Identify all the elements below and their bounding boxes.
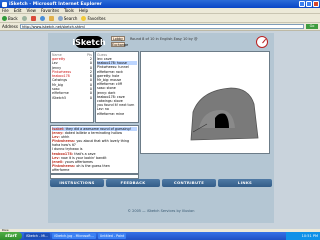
refresh-button[interactable]: [39, 15, 45, 21]
system-tray: 10:51 PM: [286, 232, 320, 240]
menu-help[interactable]: Help: [79, 8, 88, 13]
cave-sketch: [190, 87, 259, 141]
menu-favorites[interactable]: Favorites: [41, 8, 59, 13]
forward-button[interactable]: [21, 15, 27, 21]
search-button[interactable]: Search: [57, 15, 78, 21]
isketch-stage: iSketch Lobby Exchange Round 8 of 10 in …: [48, 33, 274, 223]
page-content: iSketch Lobby Exchange Round 8 of 10 in …: [0, 31, 320, 229]
chat-text: doked laillebr a terminating hollow: [64, 131, 123, 136]
home-button[interactable]: [48, 15, 54, 21]
players-panel: Name Pts garretty 2 Lev 0 Jenny 0 Pinkwheess 2 t…: [50, 51, 94, 123]
task-paint[interactable]: Untitled - Paint: [97, 233, 127, 239]
lobby-button[interactable]: Lobby: [111, 36, 125, 41]
guess-row: elfieforme: mine: [97, 111, 125, 116]
address-label: Address: [2, 24, 18, 29]
menu-tools[interactable]: Tools: [64, 8, 74, 13]
go-button[interactable]: Go: [306, 24, 318, 29]
favorites-button[interactable]: Favorites: [81, 15, 106, 21]
window-title: iSketch - Microsoft Internet Explorer: [9, 1, 102, 7]
window-controls: [299, 1, 319, 7]
task-image[interactable]: iSketch.jpg - Microsoft...: [52, 233, 96, 239]
player-score: 0: [89, 95, 92, 100]
task-isketch[interactable]: iSketch - Mi...: [24, 233, 51, 239]
exchange-button[interactable]: Exchange: [111, 42, 128, 47]
refresh-icon: [39, 15, 45, 21]
timer-clock-icon: [256, 36, 268, 48]
favorites-label: Favorites: [87, 15, 106, 21]
back-label: Back: [8, 15, 18, 21]
maximize-button[interactable]: [306, 1, 312, 7]
back-button[interactable]: Back: [2, 15, 18, 21]
isketch-logo: iSketch: [72, 36, 106, 48]
menu-file[interactable]: File: [2, 8, 9, 13]
instructions-button[interactable]: INSTRUCTIONS: [50, 179, 104, 187]
chat-message: offerforme: [52, 168, 137, 172]
address-bar: Address http://www.isketch.net/sketch.sh…: [0, 23, 320, 31]
player-name: iSketch5: [52, 95, 67, 100]
copyright-text: © 2005 — iSketch Services by Illuvion: [127, 209, 195, 213]
player-list: garretty 2 Lev 0 Jenny 0 Pinkwheess 2 teaboo178 8…: [52, 57, 92, 100]
chat-log: Isabel: they did a awesome round of gues…: [50, 125, 139, 174]
chat-text: you about that with lovely thing: [76, 139, 130, 144]
menu-view[interactable]: View: [26, 8, 36, 13]
search-icon: [57, 15, 63, 21]
close-button[interactable]: [313, 1, 319, 7]
window-titlebar: iSketch - Microsoft Internet Explorer: [0, 0, 320, 8]
drawing-canvas[interactable]: [140, 51, 270, 154]
player-row: iSketch5 0: [52, 96, 92, 100]
back-arrow-icon: [2, 15, 7, 21]
stop-icon: [30, 15, 36, 21]
links-button[interactable]: LINKS: [218, 179, 272, 187]
ie-icon: [2, 1, 7, 7]
feedback-button[interactable]: FEEDBACK: [106, 179, 160, 187]
chat-text: oh is the guess then: [76, 163, 110, 168]
browser-toolbar: Back Search Favorites: [0, 14, 320, 23]
stop-button[interactable]: [30, 15, 36, 21]
home-icon: [48, 15, 54, 21]
forward-arrow-icon: [21, 15, 27, 21]
chat-list: Isabel: they did a awesome round of gues…: [52, 127, 137, 172]
address-input[interactable]: http://www.isketch.net/sketch.shtml: [19, 24, 304, 29]
start-button[interactable]: start: [0, 232, 22, 240]
chat-text: offerforme: [52, 167, 70, 172]
search-label: Search: [63, 15, 78, 21]
guesses-panel: Guess lev: cave teaboo178: house Pinkwhees…: [95, 51, 139, 123]
clock: 10:51 PM: [301, 234, 318, 238]
round-info: Round 8 of 10 in English Easy 10 by @: [130, 37, 198, 41]
contribute-button[interactable]: CONTRIBUTE: [162, 179, 216, 187]
menu-edit[interactable]: Edit: [14, 8, 22, 13]
minimize-button[interactable]: [299, 1, 305, 7]
star-icon: [81, 15, 87, 21]
guess-list: lev: cave teaboo178: house Pinkwheess: tun…: [97, 57, 137, 116]
taskbar: start iSketch - Mi... iSketch.jpg - Micr…: [0, 232, 320, 240]
